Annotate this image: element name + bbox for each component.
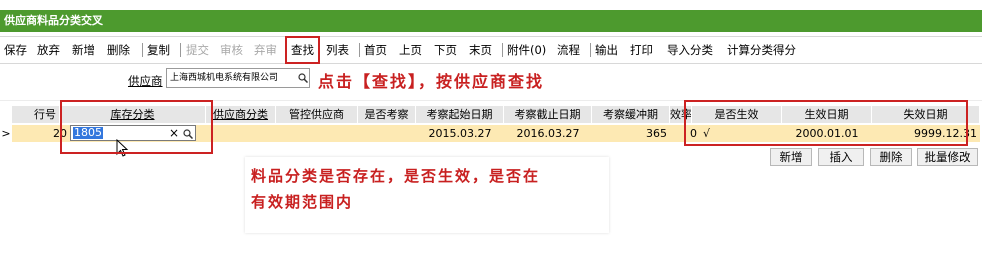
supplier-label[interactable]: 供应商 [128, 73, 163, 89]
next-page-button[interactable]: 下页 [434, 37, 457, 63]
list-button[interactable]: 列表 [326, 37, 349, 63]
toolbar-separator [180, 43, 181, 57]
search-icon[interactable] [298, 73, 308, 83]
import-category-button[interactable]: 导入分类 [667, 37, 713, 63]
submit-button[interactable]: 提交 [186, 37, 209, 63]
col-header-line-no[interactable]: 行号 [12, 106, 60, 123]
supplier-value: 上海西城机电系统有限公司 [170, 73, 279, 83]
row-delete-button[interactable]: 删除 [870, 148, 912, 166]
prev-page-button[interactable]: 上页 [399, 37, 422, 63]
toolbar-separator [590, 43, 591, 57]
toolbar: 保存 放弃 新增 删除 复制 提交 审核 弃审 查找 列表 首页 上页 下页 末… [0, 36, 982, 64]
col-header-supplier-class[interactable]: 供应商分类 [206, 106, 276, 123]
find-highlight-box [285, 36, 320, 64]
row-marker[interactable]: > [0, 125, 12, 142]
delete-button[interactable]: 删除 [107, 37, 130, 63]
attachment-button[interactable]: 附件(0) [507, 37, 546, 63]
add-button[interactable]: 新增 [72, 37, 95, 63]
batch-edit-button[interactable]: 批量修改 [917, 148, 978, 166]
note-line-2: 有效期范围内 [251, 193, 354, 211]
last-page-button[interactable]: 末页 [469, 37, 492, 63]
toolbar-separator [142, 43, 143, 57]
toolbar-separator [502, 43, 503, 57]
col-header-inspect-start[interactable]: 考察起始日期 [416, 106, 504, 123]
col-header-inspect-end[interactable]: 考察截止日期 [504, 106, 592, 123]
col-header-buffer[interactable]: 考察缓冲期 [592, 106, 670, 123]
save-button[interactable]: 保存 [4, 37, 27, 63]
copy-button[interactable]: 复制 [147, 37, 170, 63]
export-button[interactable]: 输出 [595, 37, 618, 63]
col-header-controlled-supplier[interactable]: 管控供应商 [276, 106, 358, 123]
toolbar-separator [359, 43, 360, 57]
workflow-button[interactable]: 流程 [557, 37, 580, 63]
unapprove-button[interactable]: 弃审 [254, 37, 277, 63]
clipped-top-strip [0, 0, 982, 10]
cell-inspect-start[interactable]: 2015.03.27 [416, 125, 504, 142]
supplier-input[interactable]: 上海西城机电系统有限公司 [166, 68, 310, 88]
annotation-note: 料品分类是否存在，是否生效，是否在 有效期范围内 [245, 157, 609, 233]
inventory-class-highlight-box [60, 100, 213, 154]
first-page-button[interactable]: 首页 [364, 37, 387, 63]
window-title: 供应商料品分类交叉 [0, 10, 982, 32]
effective-highlight-box [684, 100, 968, 146]
find-annotation: 点击【查找】，按供应商查找 [318, 72, 545, 91]
note-line-1: 料品分类是否存在，是否生效，是否在 [251, 167, 541, 185]
approve-button[interactable]: 审核 [220, 37, 243, 63]
print-button[interactable]: 打印 [630, 37, 653, 63]
cell-inspect-end[interactable]: 2016.03.27 [504, 125, 592, 142]
discard-button[interactable]: 放弃 [37, 37, 60, 63]
col-header-is-inspected[interactable]: 是否考察 [358, 106, 416, 123]
calc-score-button[interactable]: 计算分类得分 [727, 37, 796, 63]
row-add-button[interactable]: 新增 [770, 148, 812, 166]
cell-buffer[interactable]: 365 [592, 125, 670, 142]
row-insert-button[interactable]: 插入 [818, 148, 864, 166]
